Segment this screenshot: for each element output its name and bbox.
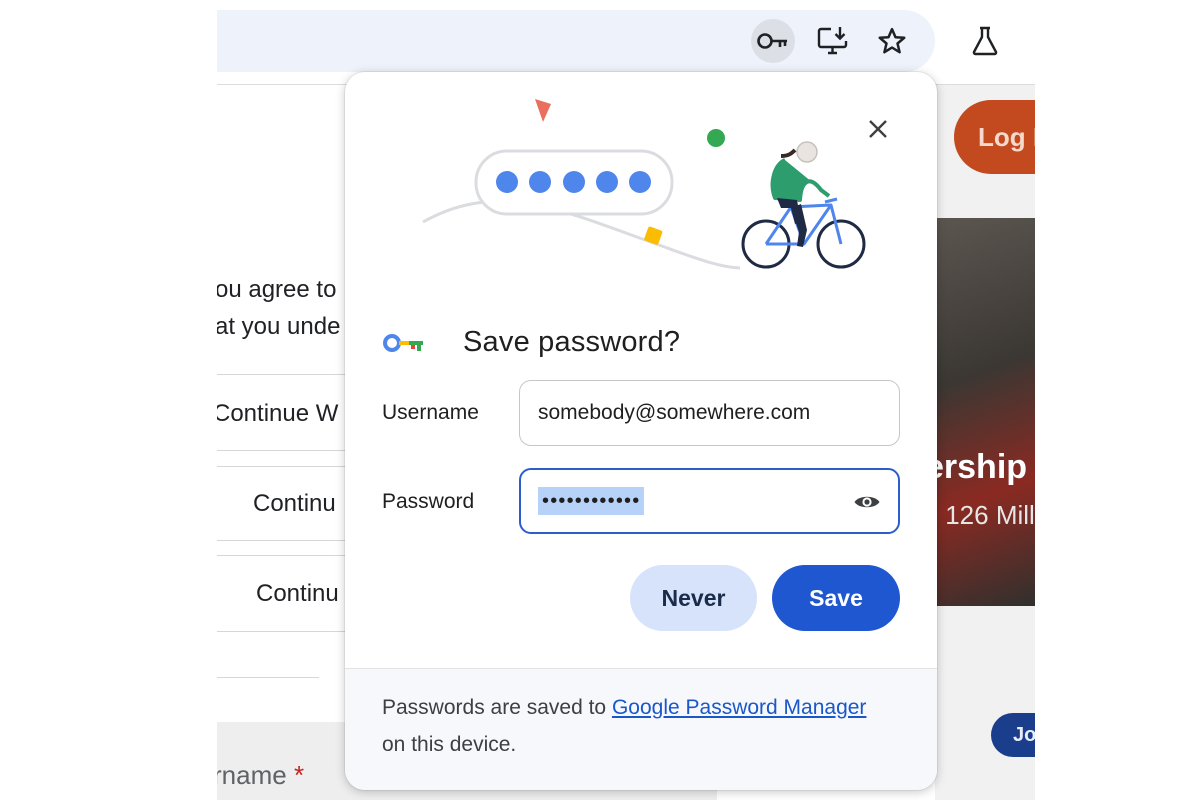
- dialog-title: Save password?: [463, 326, 681, 358]
- footer-text-suffix: on this device.: [382, 733, 517, 756]
- show-password-button[interactable]: [851, 488, 883, 516]
- terms-text-line-2: at you unde: [217, 313, 341, 340]
- google-password-manager-key-icon: [383, 334, 423, 352]
- labs-flask-icon: [972, 26, 998, 56]
- save-button[interactable]: Save: [772, 565, 900, 631]
- footer-text-prefix: Passwords are saved to: [382, 696, 612, 719]
- login-button[interactable]: Log I: [954, 100, 1035, 174]
- continue-with-button-1[interactable]: Continue W: [217, 400, 338, 428]
- divider: [217, 540, 347, 541]
- join-button[interactable]: Jo: [991, 713, 1035, 757]
- hero-title: ership: [935, 448, 1028, 486]
- password-field[interactable]: ••••••••••••: [519, 468, 900, 534]
- username-field-label: rname *: [217, 760, 304, 791]
- divider: [217, 631, 347, 632]
- required-asterisk: *: [293, 760, 305, 790]
- divider: [217, 466, 347, 467]
- password-label: Password: [382, 490, 475, 513]
- close-button[interactable]: [861, 112, 895, 146]
- key-icon: [757, 33, 787, 49]
- divider: [217, 450, 347, 451]
- terms-text-line-1: ou agree to: [217, 276, 337, 303]
- divider: [217, 555, 347, 556]
- divider: [217, 374, 347, 375]
- password-key-button[interactable]: [751, 19, 795, 63]
- close-icon: [869, 120, 887, 138]
- hero-image: ership s 126 Mill: [935, 218, 1035, 606]
- install-app-button[interactable]: [811, 19, 855, 63]
- password-value: ••••••••••••: [538, 487, 645, 515]
- google-password-manager-link[interactable]: Google Password Manager: [612, 696, 866, 719]
- divider: [217, 677, 319, 678]
- labs-button[interactable]: [963, 19, 1007, 63]
- continue-button-3[interactable]: Continu: [256, 580, 339, 608]
- username-label: Username: [382, 401, 479, 424]
- install-icon: [817, 27, 848, 55]
- hero-subtitle: s 126 Mill: [935, 500, 1035, 530]
- dialog-footer: Passwords are saved to Google Password M…: [345, 668, 937, 790]
- save-password-dialog: Save password? Username somebody@somewhe…: [345, 72, 937, 790]
- username-label-text: rname: [217, 760, 287, 790]
- continue-button-2[interactable]: Continu: [253, 490, 336, 518]
- footer-text: Passwords are saved to Google Password M…: [382, 689, 882, 763]
- address-bar[interactable]: [217, 10, 935, 72]
- never-button[interactable]: Never: [630, 565, 757, 631]
- username-field[interactable]: somebody@somewhere.com: [519, 380, 900, 446]
- username-value: somebody@somewhere.com: [538, 401, 811, 424]
- bookmark-star-button[interactable]: [870, 19, 914, 63]
- password-illustration: [422, 99, 866, 270]
- eye-icon: [854, 496, 880, 508]
- star-icon: [878, 27, 906, 54]
